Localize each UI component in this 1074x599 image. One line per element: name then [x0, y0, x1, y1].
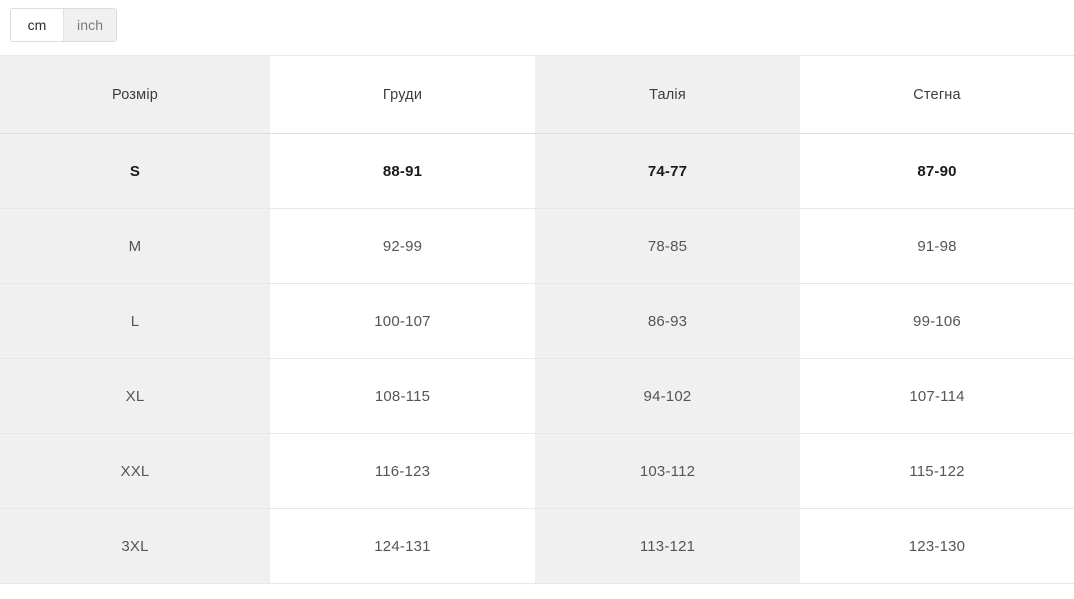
- table-row[interactable]: M 92-99 78-85 91-98: [0, 208, 1074, 284]
- cell-waist: 86-93: [535, 283, 800, 359]
- table-header-row: Розмір Груди Талія Стегна: [0, 55, 1074, 134]
- size-chart-container: Розмір Груди Талія Стегна S 88-91 74-77 …: [0, 55, 1074, 584]
- cell-chest: 92-99: [270, 208, 535, 284]
- cell-waist: 113-121: [535, 508, 800, 584]
- cell-hips: 115-122: [800, 433, 1074, 509]
- table-body: S 88-91 74-77 87-90 M 92-99 78-85 91-98 …: [0, 133, 1074, 584]
- unit-toggle-cm[interactable]: cm: [11, 9, 63, 41]
- cell-chest: 124-131: [270, 508, 535, 584]
- table-row[interactable]: 3XL 124-131 113-121 123-130: [0, 508, 1074, 584]
- cell-size: L: [0, 283, 270, 359]
- table-row[interactable]: S 88-91 74-77 87-90: [0, 133, 1074, 209]
- cell-size: S: [0, 133, 270, 209]
- cell-hips: 87-90: [800, 133, 1074, 209]
- table-row[interactable]: L 100-107 86-93 99-106: [0, 283, 1074, 359]
- table-row[interactable]: XXL 116-123 103-112 115-122: [0, 433, 1074, 509]
- cell-hips: 99-106: [800, 283, 1074, 359]
- unit-toggle-group[interactable]: cm inch: [10, 8, 118, 42]
- cell-chest: 100-107: [270, 283, 535, 359]
- cell-hips: 123-130: [800, 508, 1074, 584]
- cell-size: M: [0, 208, 270, 284]
- column-header-size: Розмір: [0, 55, 270, 134]
- unit-toggle-inch[interactable]: inch: [63, 9, 117, 41]
- cell-waist: 78-85: [535, 208, 800, 284]
- cell-hips: 107-114: [800, 358, 1074, 434]
- cell-size: 3XL: [0, 508, 270, 584]
- cell-size: XXL: [0, 433, 270, 509]
- size-chart-table: Розмір Груди Талія Стегна S 88-91 74-77 …: [0, 55, 1074, 584]
- cell-waist: 94-102: [535, 358, 800, 434]
- column-header-waist: Талія: [535, 55, 800, 134]
- table-row[interactable]: XL 108-115 94-102 107-114: [0, 358, 1074, 434]
- cell-chest: 116-123: [270, 433, 535, 509]
- cell-waist: 74-77: [535, 133, 800, 209]
- unit-toggle-bar: cm inch: [0, 0, 1074, 55]
- cell-hips: 91-98: [800, 208, 1074, 284]
- cell-size: XL: [0, 358, 270, 434]
- cell-chest: 88-91: [270, 133, 535, 209]
- column-header-chest: Груди: [270, 55, 535, 134]
- column-header-hips: Стегна: [800, 55, 1074, 134]
- cell-waist: 103-112: [535, 433, 800, 509]
- table-header: Розмір Груди Талія Стегна: [0, 55, 1074, 134]
- cell-chest: 108-115: [270, 358, 535, 434]
